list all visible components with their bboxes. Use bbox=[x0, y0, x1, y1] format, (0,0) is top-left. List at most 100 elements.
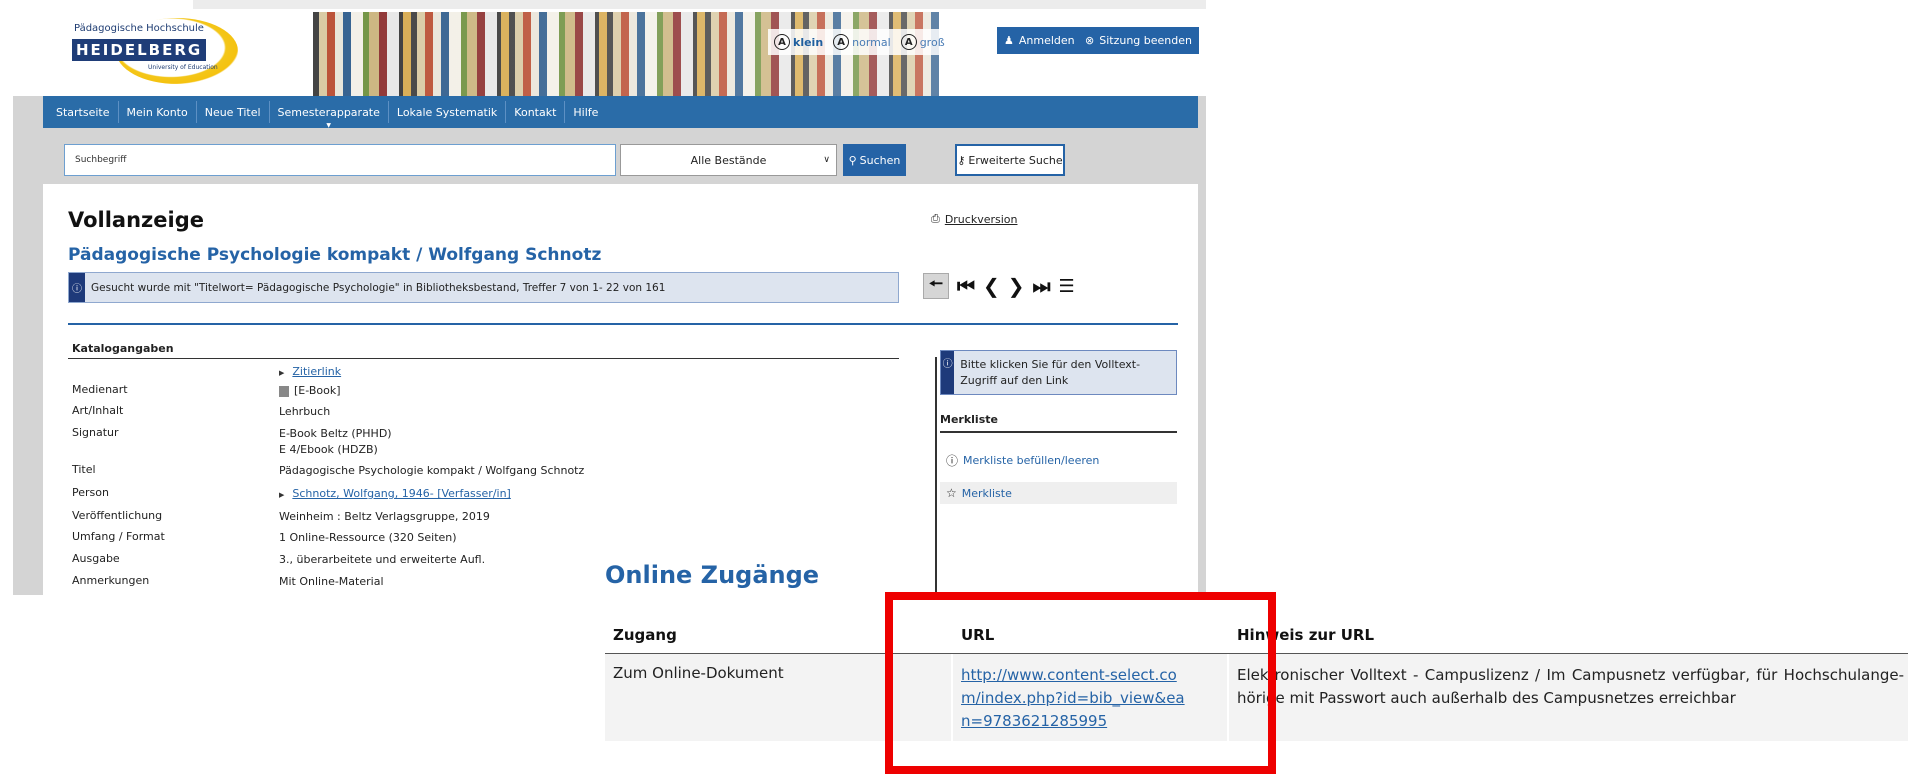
catalog-value-line: E-Book Beltz (PHHD) bbox=[279, 427, 392, 440]
font-size-small-label: klein bbox=[793, 35, 824, 49]
logo-line1: Pädagogische Hochschule bbox=[74, 23, 204, 34]
font-size-normal-label: normal bbox=[852, 35, 891, 49]
university-logo[interactable]: Pädagogische Hochschule HEIDELBERG Unive… bbox=[60, 15, 240, 87]
next-record-icon[interactable]: ❯ bbox=[1008, 274, 1025, 298]
last-record-icon[interactable]: ⏭ bbox=[1033, 274, 1051, 298]
cite-link[interactable]: Zitierlink bbox=[292, 365, 341, 378]
catalog-value-wrap: [E-Book] bbox=[279, 383, 341, 399]
nav-item-hilfe[interactable]: Hilfe bbox=[565, 101, 606, 123]
highlight-box bbox=[885, 592, 1276, 774]
login-button[interactable]: ♟ Anmelden bbox=[997, 27, 1082, 54]
result-list-icon[interactable]: ☰ bbox=[1059, 276, 1075, 297]
catalog-heading: Katalogangaben bbox=[72, 342, 174, 355]
catalog-value: 3., überarbeitete und erweiterte Aufl. bbox=[279, 553, 486, 566]
sidebar-divider bbox=[935, 357, 937, 595]
info-icon: ⓘ bbox=[69, 273, 85, 302]
catalog-label: Signatur bbox=[72, 426, 119, 439]
search-info-text: Gesucht wurde mit "Titelwort= Pädagogisc… bbox=[91, 281, 666, 294]
catalog-value: 1 Online-Ressource (320 Seiten) bbox=[279, 531, 457, 544]
scope-select-value: Alle Bestände bbox=[690, 153, 767, 167]
advanced-search-label: Erweiterte Suche bbox=[968, 153, 1063, 167]
accessibility-icon: A bbox=[833, 34, 850, 50]
search-input[interactable]: Suchbegriff bbox=[64, 144, 616, 176]
close-circle-icon: ⊗ bbox=[1085, 34, 1095, 47]
merkliste-divider bbox=[940, 431, 1177, 433]
merkliste-fill-label: Merkliste befüllen/leeren bbox=[963, 453, 1100, 467]
access-cell: Zum Online-Dokument bbox=[613, 664, 784, 682]
catalog-value-line: E 4/Ebook (HDZB) bbox=[279, 443, 378, 456]
nav-item-kontakt[interactable]: Kontakt bbox=[506, 101, 566, 123]
catalog-value: E-Book Beltz (PHHD) E 4/Ebook (HDZB) bbox=[279, 426, 392, 458]
logout-label: Sitzung beenden bbox=[1099, 34, 1192, 47]
catalog-value: Lehrbuch bbox=[279, 405, 331, 418]
search-button[interactable]: ⚲ Suchen bbox=[843, 144, 906, 176]
key-icon: ⚷ bbox=[957, 153, 966, 167]
catalog-label: Person bbox=[72, 486, 109, 499]
cite-link-wrap: ▶ Zitierlink bbox=[279, 364, 341, 381]
print-link[interactable]: ⎙ Druckversion bbox=[931, 212, 1017, 226]
logo-line2: HEIDELBERG bbox=[72, 39, 207, 61]
star-icon: ☆ bbox=[946, 486, 957, 500]
caret-right-icon: ▶ bbox=[279, 491, 285, 499]
merkliste-link[interactable]: ☆ Merkliste bbox=[940, 482, 1177, 504]
font-size-normal[interactable]: Anormal bbox=[833, 34, 891, 50]
nav-item-semesterapparate[interactable]: Semesterapparate ▼ bbox=[270, 101, 389, 129]
fulltext-info-text: Bitte klicken Sie für den Volltext-Zugri… bbox=[960, 358, 1141, 387]
accessibility-icon: A bbox=[900, 34, 917, 50]
nav-item-semesterapparate-label: Semesterapparate bbox=[277, 105, 380, 119]
result-pager: 🠔 ⏮ ❮ ❯ ⏭ ☰ bbox=[923, 273, 1075, 299]
previous-record-icon[interactable]: ❮ bbox=[983, 274, 1000, 298]
ebook-icon bbox=[279, 385, 289, 397]
catalog-screenshot: Pädagogische Hochschule HEIDELBERG Unive… bbox=[13, 0, 1206, 595]
person-link[interactable]: Schnotz, Wolfgang, 1946- [Verfasser/in] bbox=[292, 487, 510, 500]
font-size-small[interactable]: Aklein bbox=[774, 34, 823, 50]
catalog-value: Weinheim : Beltz Verlagsgruppe, 2019 bbox=[279, 510, 490, 523]
font-size-large[interactable]: Agroß bbox=[900, 34, 945, 50]
scope-select[interactable]: Alle Bestände ∨ bbox=[620, 144, 837, 176]
catalog-value: Mit Online-Material bbox=[279, 575, 384, 588]
merkliste-fill-link[interactable]: ⓘ Merkliste befüllen/leeren bbox=[940, 449, 1177, 471]
catalog-label: Umfang / Format bbox=[72, 530, 165, 543]
merkliste-label: Merkliste bbox=[961, 486, 1012, 500]
search-bar: Suchbegriff Alle Bestände ∨ ⚲ Suchen ⚷ Erwe… bbox=[13, 128, 1206, 184]
help-icon: ⓘ bbox=[946, 453, 959, 468]
search-info-box: ⓘ Gesucht wurde mit "Titelwort= Pädagogis… bbox=[68, 272, 899, 303]
url-note-cell: Elektronischer Volltext - Campuslizenz /… bbox=[1237, 666, 1904, 707]
catalog-label: Titel bbox=[72, 463, 96, 476]
back-arrow-icon[interactable]: 🠔 bbox=[923, 273, 949, 299]
font-size-switcher: Aklein Anormal Agroß bbox=[768, 29, 980, 55]
column-header-zugang: Zugang bbox=[613, 626, 677, 644]
user-icon: ♟ bbox=[1004, 34, 1014, 47]
search-icon: ⚲ bbox=[848, 153, 857, 167]
nav-item-lokale-systematik[interactable]: Lokale Systematik bbox=[389, 101, 507, 123]
header: Pädagogische Hochschule HEIDELBERG Unive… bbox=[13, 0, 1206, 96]
catalog-label: Ausgabe bbox=[72, 552, 120, 565]
accessibility-icon: A bbox=[774, 34, 790, 50]
fulltext-info-box: ⓘ Bitte klicken Sie für den Volltext-Zugr… bbox=[940, 350, 1177, 395]
online-access-heading: Online Zugänge bbox=[605, 561, 820, 589]
caret-right-icon: ▶ bbox=[279, 369, 285, 377]
font-size-large-label: groß bbox=[919, 35, 945, 49]
catalog-value: [E-Book] bbox=[294, 384, 341, 397]
advanced-search-button[interactable]: ⚷ Erweiterte Suche bbox=[955, 144, 1065, 176]
catalog-label: Anmerkungen bbox=[72, 574, 150, 587]
logout-button[interactable]: ⊗ Sitzung beenden bbox=[1078, 27, 1199, 54]
nav-item-neue-titel[interactable]: Neue Titel bbox=[197, 101, 270, 123]
header-topline bbox=[193, 0, 1206, 9]
main-nav: Startseite Mein Konto Neue Titel Semeste… bbox=[43, 96, 1198, 129]
merkliste-heading: Merkliste bbox=[940, 413, 998, 426]
catalog-value: Pädagogische Psychologie kompakt / Wolfg… bbox=[279, 464, 585, 477]
print-link-label: Druckversion bbox=[944, 212, 1018, 226]
search-button-label: Suchen bbox=[859, 153, 901, 167]
catalog-label: Medienart bbox=[72, 383, 128, 396]
main-content: Vollanzeige ⎙ Druckversion Pädagogische P… bbox=[43, 184, 1198, 595]
first-record-icon[interactable]: ⏮ bbox=[957, 274, 975, 298]
catalog-label: Art/Inhalt bbox=[72, 404, 124, 417]
page-title: Vollanzeige bbox=[68, 208, 204, 232]
logo-line3: University of Education bbox=[148, 64, 218, 71]
catalog-label: Veröffentlichung bbox=[72, 509, 163, 522]
login-label: Anmelden bbox=[1018, 34, 1075, 47]
nav-item-mein-konto[interactable]: Mein Konto bbox=[119, 101, 197, 123]
catalog-divider bbox=[68, 358, 899, 359]
nav-item-startseite[interactable]: Startseite bbox=[48, 101, 119, 123]
